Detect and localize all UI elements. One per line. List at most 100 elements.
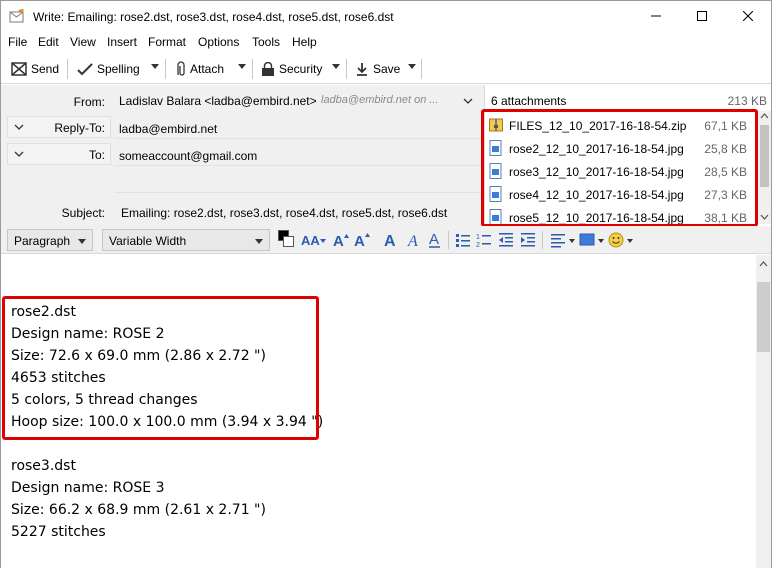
main-toolbar: Send Spelling Attach Security Save: [1, 54, 771, 84]
svg-text:AA: AA: [301, 233, 320, 248]
svg-text:A: A: [407, 233, 418, 249]
menu-insert[interactable]: Insert: [107, 35, 137, 49]
smiley-icon[interactable]: [608, 231, 634, 249]
close-icon: [743, 11, 753, 21]
attach-dropdown-icon[interactable]: [238, 64, 246, 69]
svg-text:A: A: [333, 233, 344, 248]
title-bar: Write: Emailing: rose2.dst, rose3.dst, r…: [1, 1, 771, 31]
subject-field[interactable]: Emailing: rose2.dst, rose3.dst, rose4.ds…: [121, 206, 447, 220]
send-button[interactable]: Send: [11, 60, 59, 78]
spellcheck-icon: [77, 63, 93, 76]
maximize-button[interactable]: [679, 1, 725, 31]
save-button[interactable]: Save: [355, 60, 400, 78]
spelling-dropdown-icon[interactable]: [151, 64, 159, 69]
menu-help[interactable]: Help: [292, 35, 317, 49]
svg-text:A: A: [429, 231, 439, 248]
font-value: Variable Width: [109, 234, 187, 248]
italic-icon[interactable]: A: [406, 231, 420, 249]
bold-icon[interactable]: A: [383, 231, 397, 249]
chevron-down-icon: [14, 151, 24, 157]
svg-text:2: 2: [476, 242, 480, 248]
scroll-up-icon[interactable]: [759, 261, 768, 267]
send-label: Send: [31, 62, 60, 76]
paragraph-style-select[interactable]: Paragraph: [7, 229, 93, 251]
spelling-label: Spelling: [97, 62, 140, 76]
minimize-icon: [651, 15, 661, 17]
menu-options[interactable]: Options: [198, 35, 239, 49]
align-icon[interactable]: [550, 232, 576, 248]
replyto-field[interactable]: ladba@embird.net: [119, 122, 217, 136]
font-size-largest-icon[interactable]: A: [353, 232, 371, 248]
spelling-button[interactable]: Spelling: [77, 60, 140, 78]
svg-text:1: 1: [476, 234, 480, 241]
toolbar-separator: [448, 231, 449, 249]
send-icon: [11, 62, 27, 76]
insert-image-icon[interactable]: [579, 232, 605, 248]
replyto-type-select[interactable]: Reply-To:: [7, 116, 111, 138]
body-scrollbar[interactable]: [756, 255, 771, 568]
security-button[interactable]: Security: [261, 60, 322, 78]
scroll-down-icon[interactable]: [760, 214, 769, 220]
font-select[interactable]: Variable Width: [102, 229, 270, 251]
design-info-highlight-box: [2, 296, 319, 440]
compose-app-icon: [9, 9, 25, 23]
field-divider: [114, 138, 482, 139]
attachment-count[interactable]: 6 attachments: [491, 94, 566, 108]
paragraph-style-value: Paragraph: [14, 234, 71, 248]
from-value: Ladislav Balara <ladba@embird.net>: [119, 94, 317, 108]
save-label: Save: [373, 62, 401, 76]
to-type-select[interactable]: To:: [7, 143, 111, 165]
chevron-down-icon: [14, 124, 24, 130]
security-dropdown-icon[interactable]: [332, 64, 340, 69]
menu-format[interactable]: Format: [148, 35, 186, 49]
toolbar-separator: [165, 59, 166, 79]
from-select[interactable]: Ladislav Balara <ladba@embird.net> ladba…: [111, 90, 481, 112]
field-divider: [114, 165, 482, 166]
scroll-up-icon[interactable]: [760, 113, 769, 119]
subject-label: Subject:: [61, 206, 105, 220]
attachment-scrollbar[interactable]: [758, 111, 771, 224]
toolbar-separator: [67, 59, 68, 79]
svg-text:A: A: [354, 233, 365, 248]
underline-icon[interactable]: A: [428, 231, 442, 249]
message-body[interactable]: rose2.dst Design name: ROSE 2 Size: 72.6…: [1, 255, 756, 568]
save-arrow-icon: [357, 63, 367, 76]
security-label: Security: [279, 62, 323, 76]
body-scroll-thumb[interactable]: [757, 282, 770, 352]
bullet-list-icon[interactable]: [455, 232, 471, 248]
lock-icon: [262, 62, 274, 76]
to-label: To:: [88, 148, 105, 162]
menu-edit[interactable]: Edit: [38, 35, 59, 49]
toolbar-separator: [252, 59, 253, 79]
menu-tools[interactable]: Tools: [252, 35, 280, 49]
text-color-button[interactable]: [278, 230, 294, 248]
menu-file[interactable]: File: [8, 35, 27, 49]
attachments-highlight-box: [481, 109, 758, 227]
attach-button[interactable]: Attach: [174, 60, 224, 78]
outdent-icon[interactable]: [498, 232, 514, 248]
body-line: rose3.dst: [11, 458, 76, 474]
toolbar-separator: [346, 59, 347, 79]
close-button[interactable]: [725, 1, 771, 31]
menu-view[interactable]: View: [70, 35, 96, 49]
body-line: Size: 66.2 x 68.9 mm (2.61 x 2.71 "): [11, 502, 266, 518]
chevron-down-icon: [463, 98, 473, 104]
maximize-icon: [697, 11, 707, 21]
font-size-larger-icon[interactable]: A: [332, 232, 350, 248]
toolbar-separator: [542, 231, 543, 249]
minimize-button[interactable]: [633, 1, 679, 31]
format-toolbar: Paragraph Variable Width AA A A A A A 12: [1, 226, 771, 254]
indent-icon[interactable]: [520, 232, 536, 248]
numbered-list-icon[interactable]: 12: [476, 232, 492, 248]
window-title: Write: Emailing: rose2.dst, rose3.dst, r…: [33, 10, 394, 24]
paperclip-icon: [177, 61, 185, 76]
font-size-smaller-icon[interactable]: AA: [300, 232, 326, 248]
chevron-down-icon: [255, 239, 263, 244]
attach-label: Attach: [190, 62, 225, 76]
menu-bar: File Edit View Insert Format Options Too…: [1, 32, 771, 52]
save-dropdown-icon[interactable]: [408, 64, 416, 69]
attachment-scroll-thumb[interactable]: [760, 125, 769, 187]
attachment-total-size: 213 KB: [727, 94, 767, 108]
body-line: 5227 stitches: [11, 524, 106, 540]
to-field[interactable]: someaccount@gmail.com: [119, 149, 257, 163]
